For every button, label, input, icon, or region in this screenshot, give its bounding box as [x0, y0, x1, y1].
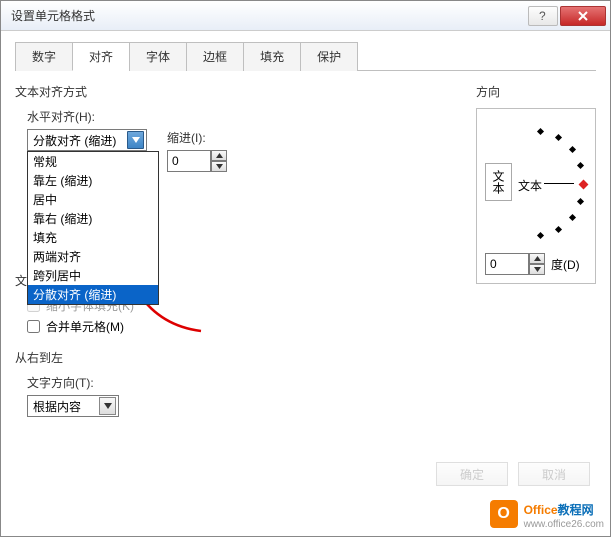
- dialog-window: 设置单元格格式 ? 数字 对齐 字体 边框 填充 保护 文本对齐方式 水平对齐(…: [0, 0, 611, 537]
- h-option-center-across[interactable]: 跨列居中: [28, 266, 158, 285]
- text-dir-dropdown-button[interactable]: [99, 397, 116, 415]
- orientation-dot: [555, 226, 562, 233]
- close-button[interactable]: [560, 6, 606, 26]
- merge-label: 合并单元格(M): [46, 318, 124, 335]
- caret-down-icon: [534, 267, 541, 272]
- h-option-left[interactable]: 靠左 (缩进): [28, 171, 158, 190]
- degree-up-button[interactable]: [529, 253, 545, 264]
- orientation-dot: [537, 128, 544, 135]
- h-option-justify[interactable]: 两端对齐: [28, 247, 158, 266]
- h-align-label: 水平对齐(H):: [27, 108, 466, 125]
- text-alignment-section: 文本对齐方式: [15, 83, 466, 100]
- h-option-center[interactable]: 居中: [28, 190, 158, 209]
- orientation-dot: [537, 232, 544, 239]
- text-dir-value: 根据内容: [33, 398, 81, 415]
- degree-spinner[interactable]: [485, 253, 545, 275]
- text-dir-label: 文字方向(T):: [27, 374, 466, 391]
- watermark-url: www.office26.com: [524, 519, 604, 530]
- indent-up-button[interactable]: [211, 150, 227, 161]
- help-icon: ?: [537, 10, 549, 22]
- tab-border[interactable]: 边框: [186, 42, 244, 71]
- caret-down-icon: [216, 164, 223, 169]
- watermark-logo-icon: O: [490, 500, 518, 528]
- indent-input[interactable]: [167, 150, 211, 172]
- orientation-dot: [569, 146, 576, 153]
- orientation-dot: [569, 214, 576, 221]
- orientation-frame: 文本 文本: [476, 108, 596, 284]
- dialog-buttons: 确定 取消: [436, 462, 590, 486]
- h-align-dropdown-button[interactable]: [127, 131, 144, 149]
- merge-checkbox[interactable]: 合并单元格(M): [27, 318, 466, 335]
- merge-check-input[interactable]: [27, 320, 40, 333]
- orientation-dot: [577, 198, 584, 205]
- tab-strip: 数字 对齐 字体 边框 填充 保护: [15, 41, 596, 71]
- indent-spinner[interactable]: [167, 150, 227, 172]
- orientation-control[interactable]: 文本 文本: [485, 117, 587, 247]
- svg-text:?: ?: [539, 10, 546, 22]
- tab-alignment[interactable]: 对齐: [72, 42, 130, 71]
- cancel-button[interactable]: 取消: [518, 462, 590, 486]
- chevron-down-icon: [132, 137, 140, 143]
- degree-label: 度(D): [551, 256, 580, 273]
- tab-protection[interactable]: 保护: [300, 42, 358, 71]
- orientation-dot-active: [579, 180, 589, 190]
- orientation-dot: [555, 134, 562, 141]
- rtl-section: 从右到左: [15, 349, 466, 366]
- h-align-value: 分散对齐 (缩进): [33, 132, 116, 149]
- chevron-down-icon: [104, 403, 112, 409]
- orientation-arc[interactable]: 文本: [518, 127, 587, 237]
- orientation-vertical-text[interactable]: 文本: [485, 163, 512, 201]
- h-option-distributed[interactable]: 分散对齐 (缩进): [28, 285, 158, 304]
- degree-down-button[interactable]: [529, 264, 545, 275]
- h-align-combo[interactable]: 分散对齐 (缩进): [27, 129, 147, 151]
- h-option-fill[interactable]: 填充: [28, 228, 158, 247]
- h-option-general[interactable]: 常规: [28, 152, 158, 171]
- watermark-brand: Office教程网: [524, 498, 604, 519]
- text-dir-combo[interactable]: 根据内容: [27, 395, 119, 417]
- window-title: 设置单元格格式: [11, 7, 526, 24]
- degree-input[interactable]: [485, 253, 529, 275]
- tab-fill[interactable]: 填充: [243, 42, 301, 71]
- close-icon: [577, 10, 589, 22]
- dialog-content: 数字 对齐 字体 边框 填充 保护 文本对齐方式 水平对齐(H): 分散对齐 (…: [1, 31, 610, 536]
- indent-down-button[interactable]: [211, 161, 227, 172]
- caret-up-icon: [534, 256, 541, 261]
- ok-button[interactable]: 确定: [436, 462, 508, 486]
- orientation-horiz-text: 文本: [518, 177, 542, 194]
- tab-font[interactable]: 字体: [129, 42, 187, 71]
- watermark: O Office教程网 www.office26.com: [490, 498, 604, 530]
- orientation-dot: [577, 162, 584, 169]
- help-button[interactable]: ?: [528, 6, 558, 26]
- h-option-right[interactable]: 靠右 (缩进): [28, 209, 158, 228]
- orientation-line: [544, 183, 574, 184]
- tab-number[interactable]: 数字: [15, 42, 73, 71]
- caret-up-icon: [216, 153, 223, 158]
- h-align-dropdown-list[interactable]: 常规 靠左 (缩进) 居中 靠右 (缩进) 填充 两端对齐 跨列居中 分散对齐 …: [27, 151, 159, 305]
- indent-label: 缩进(I):: [167, 129, 227, 146]
- titlebar: 设置单元格格式 ?: [1, 1, 610, 31]
- orientation-section: 方向: [476, 83, 596, 100]
